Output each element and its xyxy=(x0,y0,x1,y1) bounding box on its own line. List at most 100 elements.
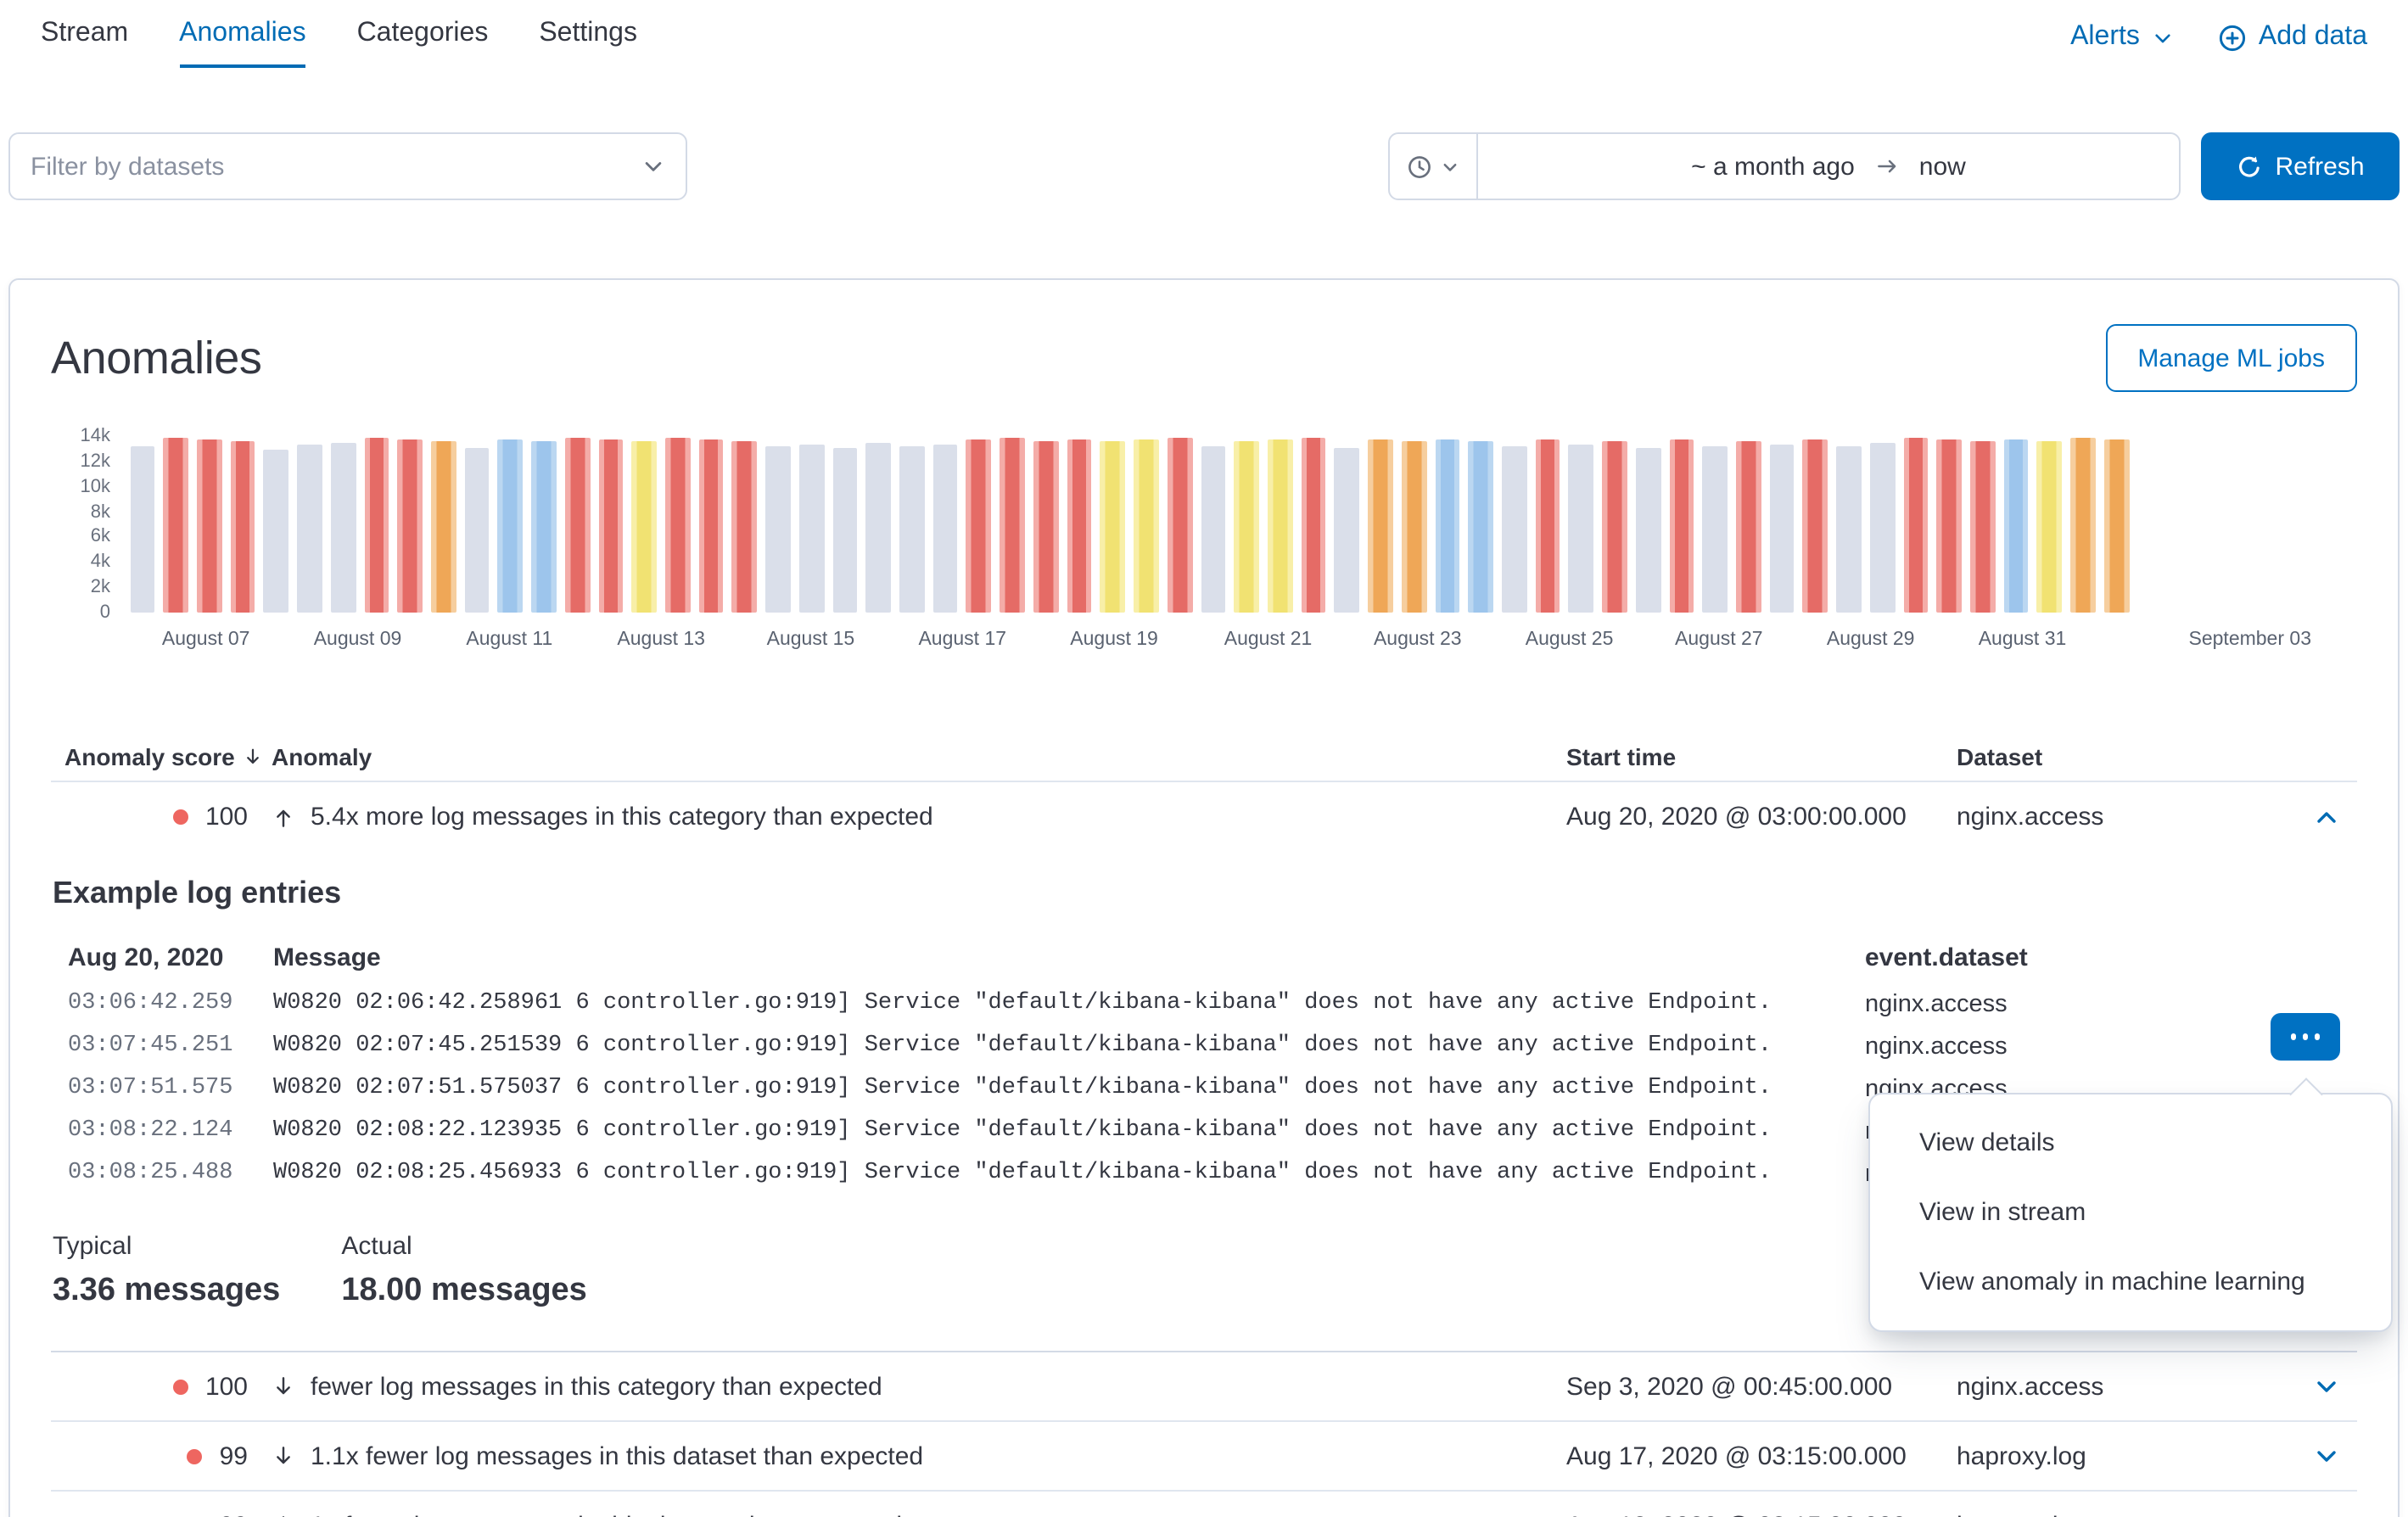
date-quick-select-button[interactable] xyxy=(1390,134,1478,199)
log-entry-message: W0820 02:08:25.456933 6 controller.go:91… xyxy=(273,1161,1865,1186)
refresh-button[interactable]: Refresh xyxy=(2201,132,2400,200)
tab-stream[interactable]: Stream xyxy=(41,19,128,68)
anomaly-description: fewer log messages in this category than… xyxy=(311,1372,882,1401)
chart-bar-gray xyxy=(1335,449,1359,613)
chart-bar-red xyxy=(1937,439,1962,613)
dataset-filter-select[interactable]: Filter by datasets xyxy=(8,132,687,200)
anomaly-table-row: 991.1x fewer log messages in this datase… xyxy=(51,1422,2357,1492)
chart-bar-red xyxy=(1033,441,1058,613)
chart-bar-gray xyxy=(264,451,288,613)
add-data-button[interactable]: Add data xyxy=(2218,22,2367,53)
chart-bar-red xyxy=(565,438,590,613)
chart-bar-gray xyxy=(866,443,891,613)
chart-bar-blue xyxy=(1469,441,1493,613)
logs-anomalies-app: Stream Anomalies Categories Settings Alerts… xyxy=(0,0,2408,1517)
start-time-cell: Aug 12, 2020 @ 03:15:00.000 xyxy=(1566,1511,1957,1517)
column-header-label: Anomaly xyxy=(272,742,372,770)
menu-item-view-anomaly-in-machine-learning[interactable]: View anomaly in machine learning xyxy=(1870,1247,2391,1317)
log-entry-time: 03:06:42.259 xyxy=(53,991,273,1016)
anomaly-table-row: 991x fewer log messages in this dataset … xyxy=(51,1492,2357,1517)
add-data-label: Add data xyxy=(2259,22,2367,53)
tab-settings[interactable]: Settings xyxy=(539,19,637,68)
expander-cell xyxy=(2296,1502,2357,1517)
chart-bar-yellow xyxy=(1100,441,1125,613)
chart-bar-gray xyxy=(765,447,790,613)
alerts-label: Alerts xyxy=(2070,22,2140,53)
x-axis-tick: August 27 xyxy=(1675,630,1763,650)
chart-bar-red xyxy=(1000,438,1024,613)
chart-bar-gray xyxy=(832,449,857,613)
row-expand-button[interactable] xyxy=(2303,1432,2350,1480)
anomaly-severity-dot xyxy=(173,1379,188,1394)
log-entry-row[interactable]: 03:07:45.251W0820 02:07:45.251539 6 cont… xyxy=(53,1025,2357,1067)
chart-bar-yellow xyxy=(632,441,657,613)
column-header-dataset[interactable]: Dataset xyxy=(1957,742,2296,770)
chart-bar-gray xyxy=(331,443,356,613)
chart-bar-blue xyxy=(531,441,556,613)
date-range-display[interactable]: ~ a month ago now xyxy=(1478,134,2179,199)
chart-bar-gray xyxy=(464,449,489,613)
column-header-label: Start time xyxy=(1566,742,1676,770)
ellipsis-icon xyxy=(2303,1034,2309,1040)
column-header-start-time[interactable]: Start time xyxy=(1566,742,1957,770)
chart-bar-red xyxy=(1602,441,1627,613)
date-range-start[interactable]: ~ a month ago xyxy=(1691,152,1855,181)
x-axis-tick: August 23 xyxy=(1374,630,1462,650)
x-axis-tick: August 11 xyxy=(466,630,552,650)
menu-item-view-in-stream[interactable]: View in stream xyxy=(1870,1178,2391,1247)
actual-value: 18.00 messages xyxy=(341,1273,586,1310)
chart-bar-red xyxy=(1067,439,1091,613)
log-entry-message: W0820 02:07:51.575037 6 controller.go:91… xyxy=(273,1076,1865,1101)
menu-item-view-details[interactable]: View details xyxy=(1870,1108,2391,1178)
row-expand-button[interactable] xyxy=(2303,793,2350,841)
refresh-label: Refresh xyxy=(2275,152,2364,181)
row-expand-button[interactable] xyxy=(2303,1363,2350,1410)
anomaly-severity-dot xyxy=(188,1448,203,1464)
tab-categories[interactable]: Categories xyxy=(357,19,489,68)
chart-bar-gray xyxy=(899,447,924,613)
log-entry-message: W0820 02:06:42.258961 6 controller.go:91… xyxy=(273,991,1865,1016)
chart-bar-red xyxy=(398,439,423,613)
log-entry-time: 03:07:51.575 xyxy=(53,1076,273,1101)
column-header-anomaly-score[interactable]: Anomaly score xyxy=(51,742,272,770)
date-range-end[interactable]: now xyxy=(1919,152,1966,181)
anomaly-score-cell: 99 xyxy=(51,1511,272,1517)
refresh-icon xyxy=(2236,154,2261,179)
chart-bar-red xyxy=(1301,438,1325,613)
log-entry-time: 03:07:45.251 xyxy=(53,1033,273,1059)
log-entry-message: W0820 02:08:22.123935 6 controller.go:91… xyxy=(273,1118,1865,1144)
chart-bar-orange xyxy=(2104,439,2129,613)
chevron-down-icon xyxy=(2152,26,2174,48)
anomaly-description-cell: 1.1x fewer log messages in this dataset … xyxy=(272,1441,1566,1470)
manage-ml-jobs-button[interactable]: Manage ML jobs xyxy=(2105,324,2357,392)
chevron-down-icon xyxy=(1441,157,1459,176)
x-axis-tick: August 15 xyxy=(767,630,855,650)
x-axis-tick: August 19 xyxy=(1070,630,1158,650)
chart-bar-orange xyxy=(1368,439,1392,613)
x-axis-tick: August 29 xyxy=(1827,630,1915,650)
chart-bar-gray xyxy=(297,445,322,613)
chart-bar-red xyxy=(1535,439,1560,613)
log-entry-message: W0820 02:07:45.251539 6 controller.go:91… xyxy=(273,1033,1865,1059)
anomaly-score-value: 99 xyxy=(220,1511,248,1517)
column-header-anomaly[interactable]: Anomaly xyxy=(272,742,1566,770)
log-entry-actions-button[interactable] xyxy=(2271,1013,2340,1061)
alerts-menu-button[interactable]: Alerts xyxy=(2070,22,2174,53)
page-title: Anomalies xyxy=(51,332,262,384)
log-entry-time: 03:08:22.124 xyxy=(53,1118,273,1144)
log-message-header: Message xyxy=(273,943,1865,971)
row-expand-button[interactable] xyxy=(2303,1502,2350,1517)
chart-bar-red xyxy=(230,441,255,613)
chart-bar-red xyxy=(966,439,991,613)
log-entry-time: 03:08:25.488 xyxy=(53,1161,273,1186)
chart-bar-blue xyxy=(2004,439,2029,613)
log-entry-row[interactable]: 03:06:42.259W0820 02:06:42.258961 6 cont… xyxy=(53,982,2357,1025)
dataset-cell: haproxy.log xyxy=(1957,1511,2296,1517)
chart-bar-blue xyxy=(498,439,523,613)
tab-anomalies[interactable]: Anomalies xyxy=(179,19,305,68)
chevron-down-icon xyxy=(641,154,665,178)
chart-bar-orange xyxy=(1402,441,1426,613)
arrow-down-icon xyxy=(272,1514,295,1517)
dataset-cell: nginx.access xyxy=(1957,803,2296,831)
app-tabs: Stream Anomalies Categories Settings xyxy=(41,19,637,68)
